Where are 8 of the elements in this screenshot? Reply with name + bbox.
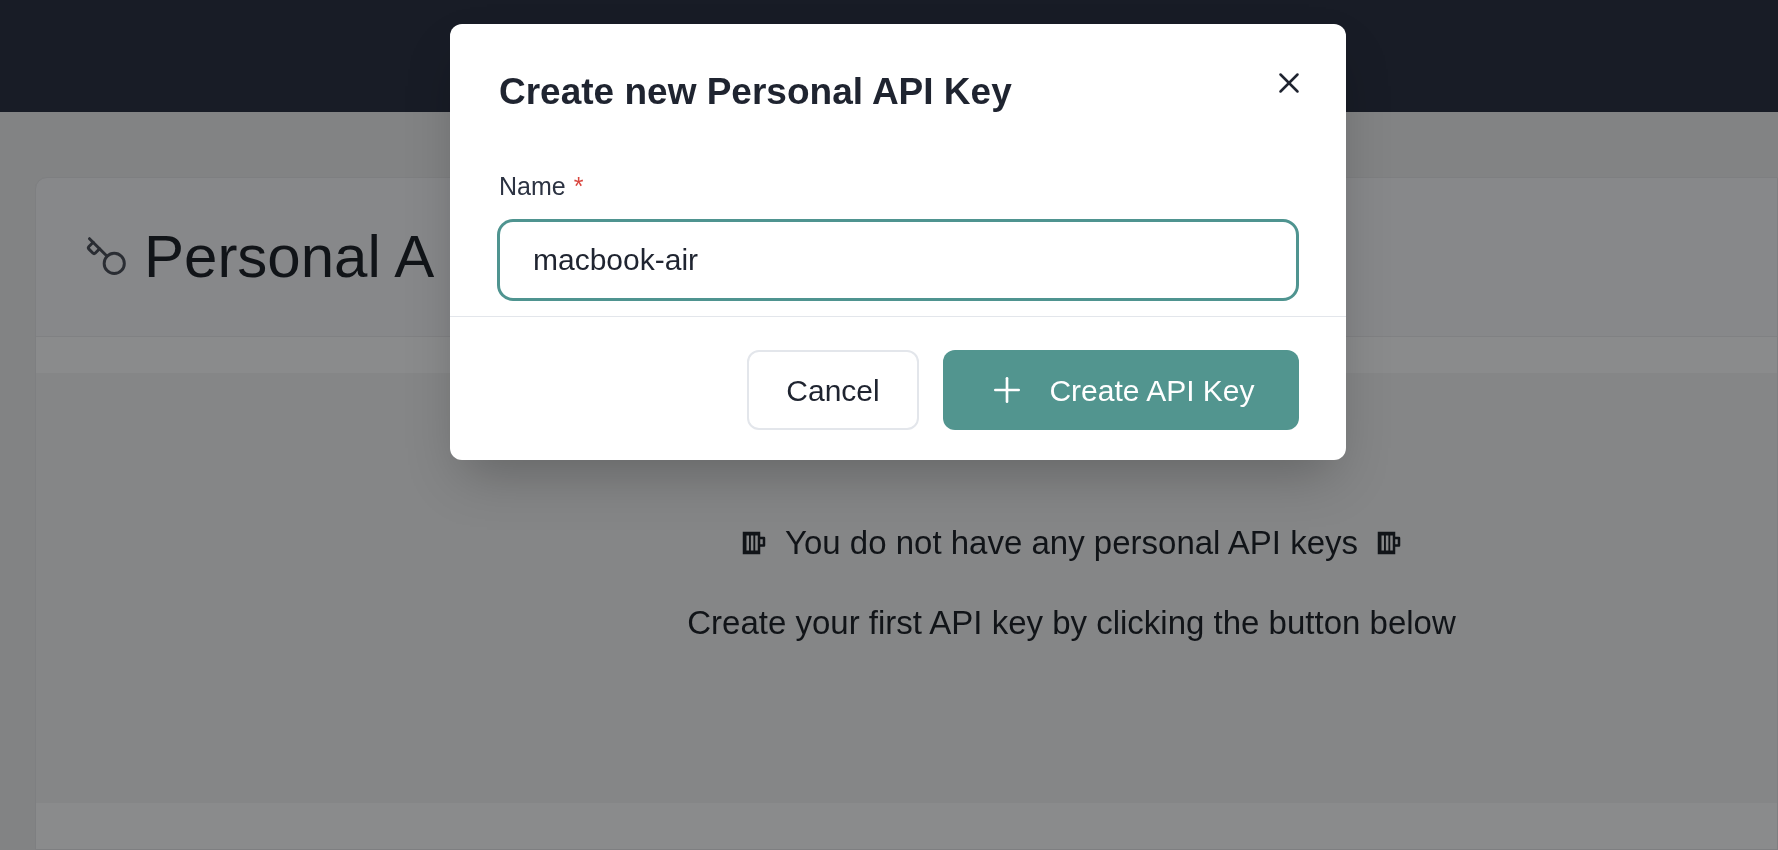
cancel-button[interactable]: Cancel: [747, 350, 919, 430]
field-label: Name: [499, 170, 566, 202]
empty-title: You do not have any personal API keys: [785, 523, 1358, 563]
name-field[interactable]: macbook-air: [497, 219, 1299, 301]
required-mark: *: [573, 170, 584, 202]
empty-subtitle: Create your first API key by clicking the button below: [687, 602, 1456, 643]
dialog-title: Create new Personal API Key: [499, 70, 1012, 114]
page-title: Personal A: [144, 227, 435, 287]
